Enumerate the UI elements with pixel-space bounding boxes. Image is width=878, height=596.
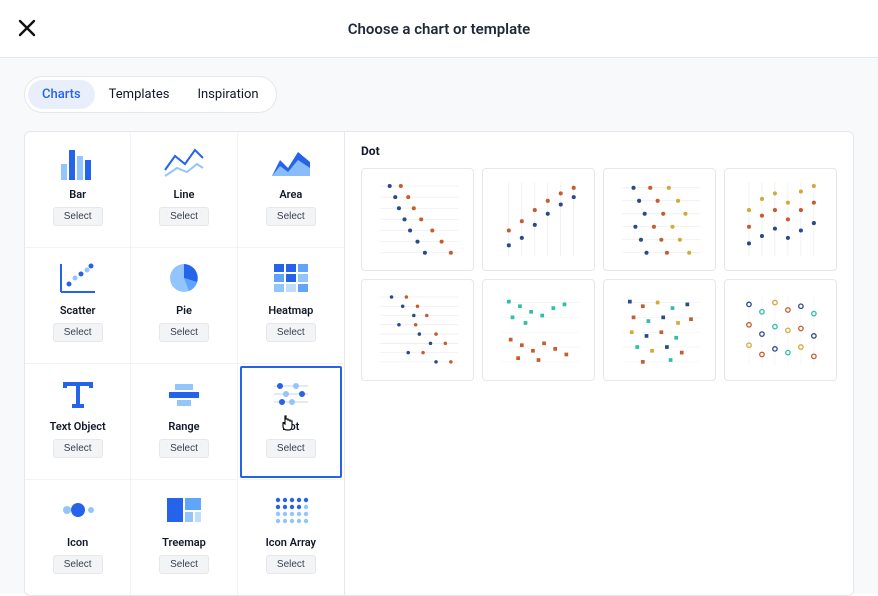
chart-type-label: Scatter	[60, 304, 96, 317]
select-button-range[interactable]: Select	[159, 439, 209, 458]
chart-type-iconarray[interactable]: Icon Array Select	[238, 480, 344, 595]
chart-type-label: Line	[174, 188, 195, 201]
select-button-iconarray[interactable]: Select	[266, 555, 316, 574]
preview-dot-template-1[interactable]	[361, 168, 474, 271]
preview-dot-template-4[interactable]	[724, 168, 837, 271]
chart-type-label: Treemap	[162, 536, 206, 549]
chart-type-label: Bar	[69, 188, 86, 201]
tab-inspiration[interactable]: Inspiration	[183, 80, 272, 109]
bar-chart-icon	[57, 142, 99, 182]
preview-panel: Dot	[345, 132, 853, 595]
chart-type-scatter[interactable]: Scatter Select	[25, 248, 131, 364]
chart-type-label: Pie	[176, 304, 192, 317]
chart-type-textobject[interactable]: Text Object Select	[25, 364, 131, 480]
range-chart-icon	[163, 374, 205, 414]
close-button[interactable]	[18, 19, 38, 39]
select-button-bar[interactable]: Select	[53, 207, 103, 226]
chart-type-dot[interactable]: Dot Select	[238, 364, 344, 480]
chart-type-pie[interactable]: Pie Select	[131, 248, 237, 364]
chart-type-line[interactable]: Line Select	[131, 132, 237, 248]
chart-type-label: Icon	[67, 536, 88, 549]
preview-dot-template-3[interactable]	[603, 168, 716, 271]
icon-chart-icon	[57, 490, 99, 530]
select-button-textobject[interactable]: Select	[53, 439, 103, 458]
select-button-dot[interactable]: Select	[266, 439, 316, 458]
text-object-icon	[57, 374, 99, 414]
chart-type-icon[interactable]: Icon Select	[25, 480, 131, 595]
chart-type-label: Dot	[282, 420, 299, 433]
select-button-heatmap[interactable]: Select	[266, 323, 316, 342]
preview-dot-template-2[interactable]	[482, 168, 595, 271]
preview-dot-template-5[interactable]	[361, 279, 474, 382]
category-tabs: Charts Templates Inspiration	[24, 76, 277, 113]
main-content-row: Bar Select Line Select	[24, 131, 854, 596]
select-button-scatter[interactable]: Select	[53, 323, 103, 342]
chart-type-bar[interactable]: Bar Select	[25, 132, 131, 248]
chart-type-label: Area	[279, 188, 302, 201]
area-chart-icon	[270, 142, 312, 182]
chart-type-label: Text Object	[50, 420, 106, 433]
dot-chart-icon	[270, 374, 312, 414]
chart-type-heatmap[interactable]: Heatmap Select	[238, 248, 344, 364]
chart-type-label: Icon Array	[266, 536, 316, 549]
chart-type-label: Range	[168, 420, 199, 433]
tab-templates[interactable]: Templates	[95, 80, 184, 109]
treemap-chart-icon	[163, 490, 205, 530]
chart-type-treemap[interactable]: Treemap Select	[131, 480, 237, 595]
icon-array-icon	[270, 490, 312, 530]
line-chart-icon	[163, 142, 205, 182]
dialog-title: Choose a chart or template	[348, 20, 531, 38]
preview-grid	[361, 168, 837, 381]
select-button-area[interactable]: Select	[266, 207, 316, 226]
chart-type-range[interactable]: Range Select	[131, 364, 237, 480]
tab-charts[interactable]: Charts	[28, 80, 95, 109]
select-button-pie[interactable]: Select	[159, 323, 209, 342]
scatter-chart-icon	[57, 258, 99, 298]
select-button-line[interactable]: Select	[159, 207, 209, 226]
preview-title: Dot	[361, 144, 837, 158]
dialog-header: Choose a chart or template	[0, 0, 878, 58]
close-icon	[18, 19, 36, 37]
pie-chart-icon	[163, 258, 205, 298]
preview-dot-template-8[interactable]	[724, 279, 837, 382]
select-button-icon[interactable]: Select	[53, 555, 103, 574]
preview-dot-template-7[interactable]	[603, 279, 716, 382]
dialog-body: Charts Templates Inspiration Bar	[0, 58, 878, 594]
heatmap-chart-icon	[270, 258, 312, 298]
chart-types-panel: Bar Select Line Select	[25, 132, 345, 595]
chart-type-label: Heatmap	[268, 304, 313, 317]
select-button-treemap[interactable]: Select	[159, 555, 209, 574]
chart-types-grid: Bar Select Line Select	[25, 132, 344, 595]
chart-type-area[interactable]: Area Select	[238, 132, 344, 248]
preview-dot-template-6[interactable]	[482, 279, 595, 382]
